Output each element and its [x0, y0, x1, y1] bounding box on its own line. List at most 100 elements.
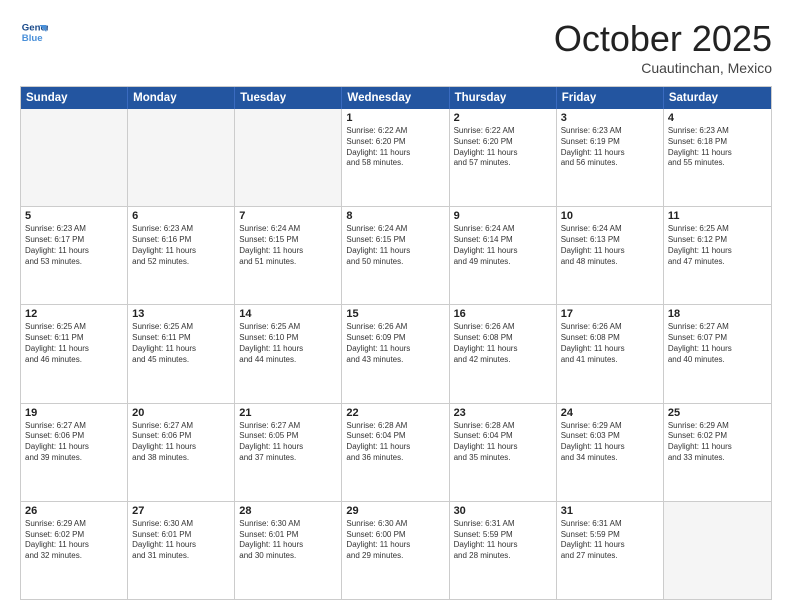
day-info: Sunrise: 6:24 AM Sunset: 6:14 PM Dayligh…: [454, 224, 552, 267]
weekday-header-saturday: Saturday: [664, 87, 771, 109]
day-info: Sunrise: 6:31 AM Sunset: 5:59 PM Dayligh…: [454, 519, 552, 562]
weekday-header-thursday: Thursday: [450, 87, 557, 109]
day-number: 30: [454, 505, 552, 517]
day-info: Sunrise: 6:22 AM Sunset: 6:20 PM Dayligh…: [346, 126, 444, 169]
calendar-cell: 22 Sunrise: 6:28 AM Sunset: 6:04 PM Dayli…: [342, 404, 449, 501]
day-number: 20: [132, 407, 230, 419]
calendar-cell: [235, 109, 342, 206]
day-info: Sunrise: 6:28 AM Sunset: 6:04 PM Dayligh…: [346, 421, 444, 464]
day-info: Sunrise: 6:23 AM Sunset: 6:17 PM Dayligh…: [25, 224, 123, 267]
day-number: 26: [25, 505, 123, 517]
calendar-cell: 30 Sunrise: 6:31 AM Sunset: 5:59 PM Dayli…: [450, 502, 557, 599]
calendar-row-0: 1 Sunrise: 6:22 AM Sunset: 6:20 PM Daylig…: [21, 109, 771, 206]
calendar-cell: 10 Sunrise: 6:24 AM Sunset: 6:13 PM Dayli…: [557, 207, 664, 304]
calendar-cell: 8Sunrise: 6:24 AM Sunset: 6:15 PM Daylig…: [342, 207, 449, 304]
day-number: 3: [561, 112, 659, 124]
day-info: Sunrise: 6:28 AM Sunset: 6:04 PM Dayligh…: [454, 421, 552, 464]
calendar-cell: 20 Sunrise: 6:27 AM Sunset: 6:06 PM Dayli…: [128, 404, 235, 501]
day-number: 12: [25, 308, 123, 320]
calendar-row-3: 19 Sunrise: 6:27 AM Sunset: 6:06 PM Dayli…: [21, 403, 771, 501]
day-number: 16: [454, 308, 552, 320]
calendar-header: SundayMondayTuesdayWednesdayThursdayFrid…: [21, 87, 771, 109]
weekday-header-sunday: Sunday: [21, 87, 128, 109]
day-number: 9: [454, 210, 552, 222]
day-info: Sunrise: 6:25 AM Sunset: 6:11 PM Dayligh…: [132, 322, 230, 365]
day-info: Sunrise: 6:22 AM Sunset: 6:20 PM Dayligh…: [454, 126, 552, 169]
day-info: Sunrise: 6:30 AM Sunset: 6:01 PM Dayligh…: [239, 519, 337, 562]
calendar-cell: 21Sunrise: 6:27 AM Sunset: 6:05 PM Dayli…: [235, 404, 342, 501]
day-info: Sunrise: 6:24 AM Sunset: 6:15 PM Dayligh…: [239, 224, 337, 267]
calendar-cell: 29Sunrise: 6:30 AM Sunset: 6:00 PM Dayli…: [342, 502, 449, 599]
calendar-row-2: 12 Sunrise: 6:25 AM Sunset: 6:11 PM Dayli…: [21, 304, 771, 402]
logo-icon: General Blue: [20, 18, 48, 46]
calendar-cell: 3 Sunrise: 6:23 AM Sunset: 6:19 PM Daylig…: [557, 109, 664, 206]
calendar-cell: 17Sunrise: 6:26 AM Sunset: 6:08 PM Dayli…: [557, 305, 664, 402]
weekday-header-monday: Monday: [128, 87, 235, 109]
day-info: Sunrise: 6:27 AM Sunset: 6:05 PM Dayligh…: [239, 421, 337, 464]
day-number: 13: [132, 308, 230, 320]
day-info: Sunrise: 6:30 AM Sunset: 6:01 PM Dayligh…: [132, 519, 230, 562]
calendar-row-4: 26Sunrise: 6:29 AM Sunset: 6:02 PM Dayli…: [21, 501, 771, 599]
day-number: 24: [561, 407, 659, 419]
header: General Blue October 2025 Cuautinchan, M…: [20, 18, 772, 76]
day-info: Sunrise: 6:25 AM Sunset: 6:10 PM Dayligh…: [239, 322, 337, 365]
day-info: Sunrise: 6:27 AM Sunset: 6:06 PM Dayligh…: [132, 421, 230, 464]
day-number: 1: [346, 112, 444, 124]
weekday-header-friday: Friday: [557, 87, 664, 109]
day-info: Sunrise: 6:24 AM Sunset: 6:15 PM Dayligh…: [346, 224, 444, 267]
month-title: October 2025: [554, 18, 772, 60]
calendar-cell: 24 Sunrise: 6:29 AM Sunset: 6:03 PM Dayli…: [557, 404, 664, 501]
calendar-cell: [664, 502, 771, 599]
calendar-cell: 15Sunrise: 6:26 AM Sunset: 6:09 PM Dayli…: [342, 305, 449, 402]
day-info: Sunrise: 6:24 AM Sunset: 6:13 PM Dayligh…: [561, 224, 659, 267]
day-number: 23: [454, 407, 552, 419]
day-number: 14: [239, 308, 337, 320]
day-number: 10: [561, 210, 659, 222]
day-info: Sunrise: 6:26 AM Sunset: 6:09 PM Dayligh…: [346, 322, 444, 365]
day-info: Sunrise: 6:29 AM Sunset: 6:02 PM Dayligh…: [668, 421, 767, 464]
calendar-cell: 14 Sunrise: 6:25 AM Sunset: 6:10 PM Dayli…: [235, 305, 342, 402]
day-info: Sunrise: 6:27 AM Sunset: 6:06 PM Dayligh…: [25, 421, 123, 464]
calendar-row-1: 5Sunrise: 6:23 AM Sunset: 6:17 PM Daylig…: [21, 206, 771, 304]
day-number: 31: [561, 505, 659, 517]
day-number: 6: [132, 210, 230, 222]
calendar-cell: 23 Sunrise: 6:28 AM Sunset: 6:04 PM Dayli…: [450, 404, 557, 501]
title-block: October 2025 Cuautinchan, Mexico: [554, 18, 772, 76]
calendar-cell: [128, 109, 235, 206]
calendar-cell: 26Sunrise: 6:29 AM Sunset: 6:02 PM Dayli…: [21, 502, 128, 599]
calendar-cell: 9 Sunrise: 6:24 AM Sunset: 6:14 PM Daylig…: [450, 207, 557, 304]
calendar-cell: 5Sunrise: 6:23 AM Sunset: 6:17 PM Daylig…: [21, 207, 128, 304]
day-info: Sunrise: 6:30 AM Sunset: 6:00 PM Dayligh…: [346, 519, 444, 562]
day-number: 7: [239, 210, 337, 222]
weekday-header-wednesday: Wednesday: [342, 87, 449, 109]
day-info: Sunrise: 6:25 AM Sunset: 6:12 PM Dayligh…: [668, 224, 767, 267]
day-info: Sunrise: 6:23 AM Sunset: 6:19 PM Dayligh…: [561, 126, 659, 169]
day-info: Sunrise: 6:25 AM Sunset: 6:11 PM Dayligh…: [25, 322, 123, 365]
day-number: 22: [346, 407, 444, 419]
day-number: 2: [454, 112, 552, 124]
day-info: Sunrise: 6:26 AM Sunset: 6:08 PM Dayligh…: [454, 322, 552, 365]
calendar-cell: [21, 109, 128, 206]
calendar-cell: 13 Sunrise: 6:25 AM Sunset: 6:11 PM Dayli…: [128, 305, 235, 402]
svg-text:Blue: Blue: [22, 33, 43, 44]
calendar-cell: 4Sunrise: 6:23 AM Sunset: 6:18 PM Daylig…: [664, 109, 771, 206]
day-info: Sunrise: 6:23 AM Sunset: 6:16 PM Dayligh…: [132, 224, 230, 267]
calendar-body: 1 Sunrise: 6:22 AM Sunset: 6:20 PM Daylig…: [21, 109, 771, 599]
day-number: 18: [668, 308, 767, 320]
calendar-cell: 6 Sunrise: 6:23 AM Sunset: 6:16 PM Daylig…: [128, 207, 235, 304]
weekday-header-tuesday: Tuesday: [235, 87, 342, 109]
calendar-cell: 27 Sunrise: 6:30 AM Sunset: 6:01 PM Dayli…: [128, 502, 235, 599]
calendar-cell: 16 Sunrise: 6:26 AM Sunset: 6:08 PM Dayli…: [450, 305, 557, 402]
calendar-cell: 18Sunrise: 6:27 AM Sunset: 6:07 PM Dayli…: [664, 305, 771, 402]
day-number: 17: [561, 308, 659, 320]
calendar: SundayMondayTuesdayWednesdayThursdayFrid…: [20, 86, 772, 600]
calendar-cell: 7 Sunrise: 6:24 AM Sunset: 6:15 PM Daylig…: [235, 207, 342, 304]
location-subtitle: Cuautinchan, Mexico: [554, 60, 772, 76]
day-info: Sunrise: 6:29 AM Sunset: 6:03 PM Dayligh…: [561, 421, 659, 464]
day-number: 4: [668, 112, 767, 124]
calendar-cell: 31Sunrise: 6:31 AM Sunset: 5:59 PM Dayli…: [557, 502, 664, 599]
day-number: 19: [25, 407, 123, 419]
day-number: 27: [132, 505, 230, 517]
page: General Blue October 2025 Cuautinchan, M…: [0, 0, 792, 612]
calendar-cell: 12 Sunrise: 6:25 AM Sunset: 6:11 PM Dayli…: [21, 305, 128, 402]
